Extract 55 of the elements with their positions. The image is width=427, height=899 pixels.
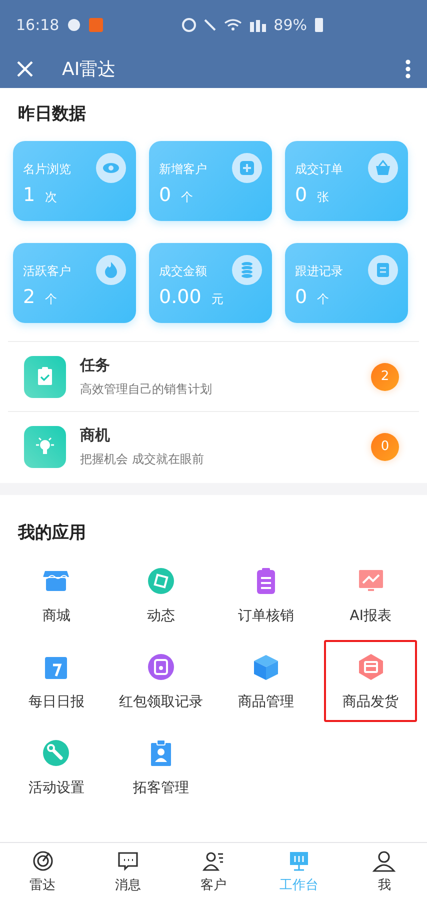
battery-icon bbox=[315, 18, 323, 32]
wifi-icon bbox=[224, 19, 242, 31]
bulb-icon bbox=[24, 426, 66, 468]
app-notification-icon bbox=[89, 18, 104, 32]
task-title: 任务 bbox=[80, 356, 111, 374]
clock: 16:18 bbox=[16, 16, 60, 34]
page-title: AI雷达 bbox=[62, 58, 117, 81]
app-item[interactable]: 每日日报 bbox=[10, 640, 103, 722]
app-item[interactable]: AI报表 bbox=[324, 554, 417, 636]
tab[interactable]: 消息 bbox=[85, 843, 171, 899]
user-icon bbox=[372, 848, 396, 872]
flame-icon bbox=[96, 255, 126, 285]
app-item[interactable]: 红包领取记录 bbox=[114, 640, 208, 722]
count-badge: 2 bbox=[371, 362, 399, 390]
signal-icon bbox=[250, 18, 266, 32]
count-badge: 0 bbox=[371, 432, 399, 460]
coins-icon bbox=[232, 255, 262, 285]
task-title: 商机 bbox=[80, 426, 111, 444]
docs-icon bbox=[368, 255, 398, 285]
stat-value: 0.00 元 bbox=[159, 286, 224, 308]
app-item[interactable]: 商品管理 bbox=[220, 640, 312, 722]
eye-icon bbox=[96, 153, 126, 183]
close-icon[interactable] bbox=[16, 60, 34, 78]
task-subtitle: 高效管理自己的销售计划 bbox=[80, 380, 213, 398]
stat-value: 2 个 bbox=[23, 286, 58, 308]
section-title: 我的应用 bbox=[16, 522, 87, 545]
tab[interactable]: 客户 bbox=[170, 843, 256, 899]
stat-label: 成交订单 bbox=[295, 161, 343, 178]
app-item[interactable]: 商品发货 bbox=[324, 640, 417, 722]
task-row[interactable]: 任务 高效管理自己的销售计划 2 bbox=[8, 341, 419, 411]
stat-value: 0 个 bbox=[159, 184, 194, 206]
plus-icon bbox=[232, 153, 262, 183]
stat-label: 跟进记录 bbox=[295, 263, 343, 280]
stat-value: 0 个 bbox=[295, 286, 330, 308]
app-item[interactable]: 订单核销 bbox=[220, 554, 312, 636]
battery-percent: 89% bbox=[274, 16, 307, 34]
radar-icon bbox=[30, 848, 55, 872]
stat-label: 名片浏览 bbox=[23, 161, 71, 178]
more-icon[interactable] bbox=[405, 59, 411, 79]
app-item[interactable]: 活动设置 bbox=[10, 726, 103, 808]
app-item[interactable]: 动态 bbox=[114, 554, 208, 636]
app-item[interactable]: 拓客管理 bbox=[114, 726, 208, 808]
tab[interactable]: 我 bbox=[342, 843, 427, 899]
stat-value: 1 次 bbox=[23, 184, 58, 206]
stat-label: 活跃客户 bbox=[23, 263, 71, 280]
clipboard-icon bbox=[24, 356, 66, 398]
stat-label: 成交金额 bbox=[159, 263, 207, 280]
task-row[interactable]: 商机 把握机会 成交就在眼前 0 bbox=[8, 411, 419, 481]
app-item[interactable]: 商城 bbox=[10, 554, 103, 636]
stat-label: 新增客户 bbox=[159, 161, 207, 178]
stat-value: 0 张 bbox=[295, 184, 330, 206]
tab[interactable]: 雷达 bbox=[0, 843, 86, 899]
basket-icon bbox=[368, 153, 398, 183]
section-title: 昨日数据 bbox=[17, 103, 87, 126]
task-subtitle: 把握机会 成交就在眼前 bbox=[80, 450, 205, 468]
